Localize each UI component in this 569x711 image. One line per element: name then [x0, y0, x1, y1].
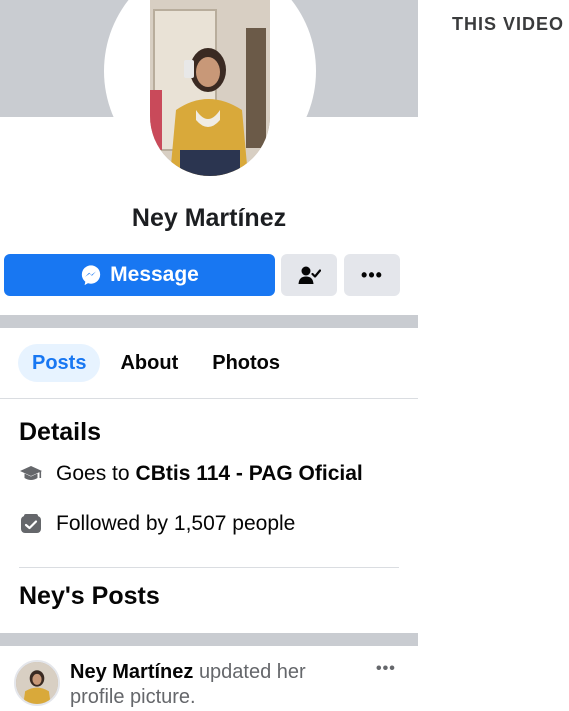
message-button-label: Message [110, 263, 199, 286]
followers-text: Followed by 1,507 people [56, 512, 296, 535]
friend-check-icon [298, 266, 321, 284]
messenger-icon [81, 265, 101, 286]
tab-posts[interactable]: Posts [18, 344, 101, 382]
posts-divider [19, 567, 399, 568]
tabs-divider [0, 398, 418, 399]
section-divider [0, 315, 418, 328]
detail-followers: Followed by 1,507 people [19, 512, 295, 536]
profile-name: Ney Martínez [131, 204, 287, 232]
posts-heading: Ney's Posts [19, 582, 160, 610]
details-heading: Details [19, 418, 101, 446]
friend-status-button[interactable] [281, 254, 337, 296]
message-button[interactable]: Message [4, 254, 275, 296]
tab-about[interactable]: About [106, 344, 192, 382]
post-author-avatar[interactable] [14, 660, 60, 706]
video-watermark: THIS VIDEO [452, 14, 565, 34]
section-divider [0, 633, 418, 646]
profile-screen: Ney Martínez Message ••• Posts About Pho… [0, 0, 418, 711]
more-options-button[interactable]: ••• [344, 254, 400, 296]
school-prefix: Goes to [56, 462, 130, 485]
school-name[interactable]: CBtis 114 - PAG Oficial [136, 462, 363, 486]
profile-tabs: Posts About Photos [18, 344, 294, 382]
detail-school[interactable]: Goes to CBtis 114 - PAG Oficial [19, 462, 363, 486]
followers-icon [19, 512, 43, 536]
tab-photos[interactable]: Photos [198, 344, 294, 382]
post-author-name[interactable]: Ney Martínez [70, 661, 193, 683]
profile-picture[interactable] [150, 0, 270, 176]
post-more-icon[interactable]: ••• [376, 660, 396, 678]
more-dots-icon: ••• [361, 265, 383, 285]
post-header-text: Ney Martínez updated her profile picture… [70, 660, 360, 710]
graduation-cap-icon [19, 462, 43, 486]
